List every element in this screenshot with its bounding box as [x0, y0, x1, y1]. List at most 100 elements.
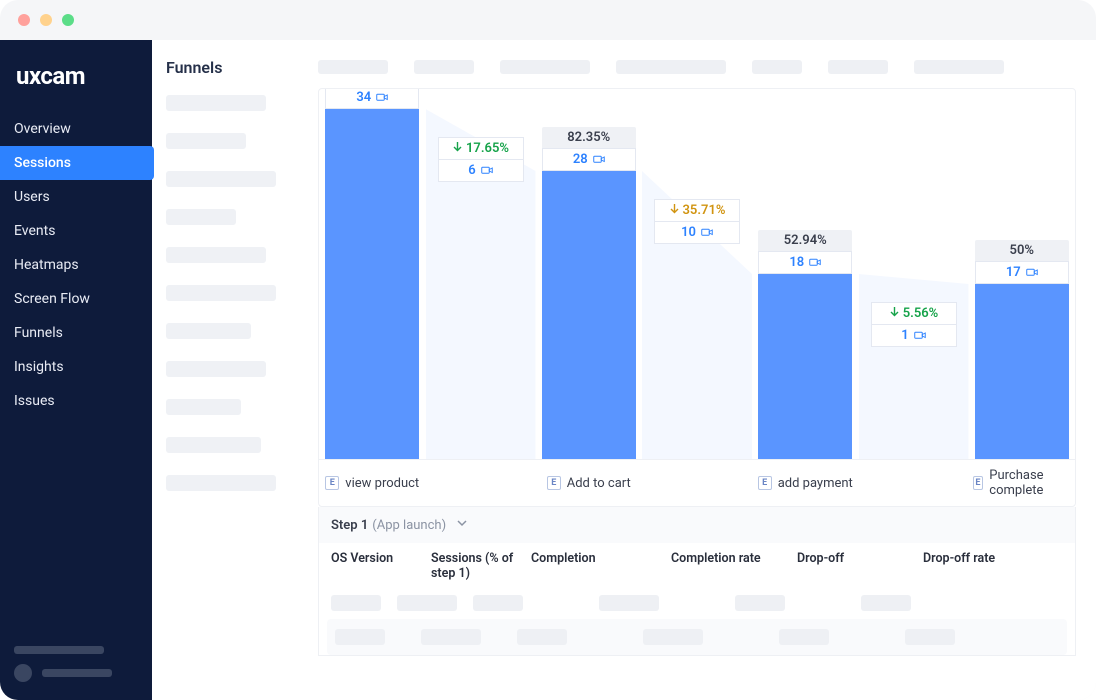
drop-count-label[interactable]: 6 [438, 160, 524, 182]
sidebar-item-insights[interactable]: Insights [0, 350, 152, 384]
maximize-dot-icon[interactable] [62, 14, 74, 26]
skeleton-line [14, 646, 104, 654]
funnel-step-col: 52.94%18 [752, 89, 859, 459]
session-replay-icon [1026, 267, 1038, 279]
session-replay-icon [914, 330, 926, 342]
step-percent-label: 82.35% [542, 127, 636, 148]
skeleton-cell [779, 629, 829, 645]
col-completion: Completion [531, 551, 671, 581]
funnel-drop-col: 17.65%6 [426, 89, 536, 459]
step-count-label[interactable]: 17 [975, 261, 1069, 284]
drop-count-label[interactable]: 10 [654, 222, 740, 244]
skeleton-cell [331, 595, 381, 611]
breakdown-step-label: Step 1 [331, 518, 368, 533]
skeleton-line [166, 475, 276, 491]
skeleton-cell [599, 595, 659, 611]
chevron-down-icon[interactable] [456, 517, 468, 533]
step-count-label[interactable]: 34 [325, 88, 419, 109]
skeleton-cell [335, 629, 385, 645]
skeleton-line [42, 669, 112, 677]
arrow-down-icon [452, 141, 463, 156]
breakdown-step-sublabel: (App launch) [372, 518, 446, 533]
session-replay-icon [376, 92, 388, 104]
step-count-label[interactable]: 28 [542, 148, 636, 171]
sidebar-item-heatmaps[interactable]: Heatmaps [0, 248, 152, 282]
skeleton-line [166, 399, 241, 415]
session-replay-icon [481, 165, 493, 177]
arrow-down-icon [889, 306, 900, 321]
panel-title: Funnels [166, 58, 284, 77]
breakdown-step-header[interactable]: Step 1 (App launch) [319, 507, 1075, 543]
skeleton-control [616, 60, 726, 74]
sidebar-item-issues[interactable]: Issues [0, 384, 152, 418]
sidebar-item-screen-flow[interactable]: Screen Flow [0, 282, 152, 316]
step-name-text: view product [345, 476, 419, 491]
sidebar-item-overview[interactable]: Overview [0, 112, 152, 146]
funnel-bar[interactable]: 50%17 [975, 284, 1069, 459]
step-name-text: Add to cart [567, 476, 631, 491]
skeleton-cell [517, 629, 567, 645]
skeleton-cell [473, 595, 523, 611]
funnel-step-col: 100%34 [319, 89, 426, 459]
funnel-step-name[interactable]: E Purchase complete [969, 460, 1076, 506]
step-name-text: Purchase complete [989, 468, 1071, 498]
step-count-label[interactable]: 18 [758, 251, 852, 274]
drop-count-label[interactable]: 1 [871, 325, 957, 347]
logo-text: uxcam [16, 62, 136, 90]
drop-percent-label: 35.71% [654, 199, 740, 222]
skeleton-line [166, 323, 251, 339]
table-row [327, 619, 1067, 655]
skeleton-line [166, 285, 276, 301]
drop-percent-label: 5.56% [871, 302, 957, 325]
funnel-step-name[interactable]: Eadd payment [752, 460, 859, 506]
sidebar-item-funnels[interactable]: Funnels [0, 316, 152, 350]
funnels-list-panel: Funnels [152, 40, 298, 700]
sidebar-item-users[interactable]: Users [0, 180, 152, 214]
skeleton-line [166, 361, 266, 377]
drop-percent-label: 17.65% [438, 137, 524, 160]
close-dot-icon[interactable] [18, 14, 30, 26]
event-icon: E [547, 476, 561, 490]
table-row [319, 589, 1075, 615]
col-sessions: Sessions (% of step 1) [431, 551, 531, 581]
skeleton-cell [735, 595, 785, 611]
funnel-step-name[interactable]: E Add to cart [536, 460, 643, 506]
skeleton-line [166, 95, 266, 111]
skeleton-line [166, 247, 266, 263]
col-completion-rate: Completion rate [671, 551, 797, 581]
funnel-drop-col: 35.71%10 [642, 89, 752, 459]
skeleton-control [914, 60, 1004, 74]
logo: uxcam [0, 44, 152, 112]
step-percent-label: 52.94% [758, 230, 852, 251]
skeleton-line [166, 133, 246, 149]
avatar [14, 664, 32, 682]
skeleton-line [166, 209, 236, 225]
window-titlebar [0, 0, 1096, 40]
breakdown-column-headers: OS Version Sessions (% of step 1) Comple… [319, 543, 1075, 589]
skeleton-control [828, 60, 888, 74]
sidebar-item-events[interactable]: Events [0, 214, 152, 248]
skeleton-control [752, 60, 802, 74]
funnel-bar[interactable]: 52.94%18 [758, 274, 852, 459]
skeleton-cell [421, 629, 481, 645]
sidebar-item-sessions[interactable]: Sessions [0, 146, 154, 180]
funnel-step-col: 82.35%28 [536, 89, 643, 459]
funnel-bar[interactable]: 100%34 [325, 109, 419, 459]
event-icon: E [973, 476, 984, 490]
col-dropoff: Drop-off [797, 551, 923, 581]
skeleton-cell [397, 595, 457, 611]
arrow-down-icon [669, 203, 680, 218]
funnel-chart: 100%34 17.65%6 82.35%28 35.71%10 52.94%1… [318, 88, 1076, 507]
minimize-dot-icon[interactable] [40, 14, 52, 26]
event-icon: E [325, 476, 339, 490]
funnel-step-name[interactable]: Eview product [319, 460, 426, 506]
funnel-bar[interactable]: 82.35%28 [542, 171, 636, 459]
skeleton-control [414, 60, 474, 74]
skeleton-cell [861, 595, 911, 611]
main-content: 100%34 17.65%6 82.35%28 35.71%10 52.94%1… [298, 40, 1096, 700]
funnel-drop-col: 5.56%1 [859, 89, 969, 459]
skeleton-control [318, 60, 388, 74]
event-icon: E [758, 476, 772, 490]
skeleton-cell [643, 629, 703, 645]
session-replay-icon [701, 227, 713, 239]
